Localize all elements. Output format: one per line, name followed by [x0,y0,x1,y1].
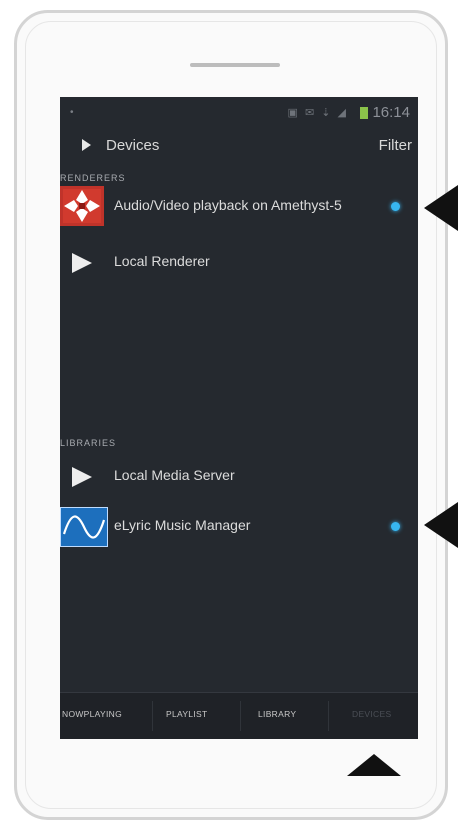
phone-screen: • ▣ ✉ ⇣ ◢ 16:14 Devices Filter RENDERERS… [60,97,418,739]
phone-speaker [190,63,280,67]
page-title: Devices [106,137,160,154]
library-item-elyric[interactable]: eLyric Music Manager [60,505,418,549]
tab-divider [240,701,241,731]
active-indicator-icon [391,522,400,531]
elyric-logo-icon [60,507,108,547]
library-item-label: Local Media Server [114,467,235,483]
amethyst-logo-icon [60,186,104,226]
tab-playlist[interactable]: PLAYLIST [166,709,207,719]
callout-arrow-left-icon [424,502,458,548]
bottom-tab-bar: NOWPLAYING PLAYLIST LIBRARY DEVICES [60,692,418,739]
status-icons: ▣ ✉ ⇣ ◢ [287,107,348,119]
tab-library[interactable]: LIBRARY [258,709,296,719]
library-item-local-media-server[interactable]: Local Media Server [60,455,418,499]
callout-arrow-left-icon [424,185,458,231]
renderer-item-label: Audio/Video playback on Amethyst-5 [114,197,342,213]
tab-divider [152,701,153,731]
tab-nowplaying[interactable]: NOWPLAYING [62,709,122,719]
tab-devices[interactable]: DEVICES [352,709,391,719]
renderer-item-local[interactable]: Local Renderer [60,241,418,285]
play-icon [72,253,92,273]
action-bar: Devices Filter [60,135,418,163]
library-item-label: eLyric Music Manager [114,517,251,533]
battery-icon [360,107,368,119]
renderers-section-label: RENDERERS [60,173,126,183]
filter-button[interactable]: Filter [379,137,412,154]
status-bar: • ▣ ✉ ⇣ ◢ 16:14 [60,97,418,129]
app-play-icon[interactable] [82,139,91,151]
libraries-section-label: LIBRARIES [60,438,117,448]
play-icon [72,467,92,487]
callout-arrow-up-icon [347,754,401,776]
renderer-item-label: Local Renderer [114,253,210,269]
tab-divider [328,701,329,731]
active-indicator-icon [391,202,400,211]
renderer-item-amethyst[interactable]: Audio/Video playback on Amethyst-5 [60,185,418,229]
notification-dot: • [70,107,74,118]
status-clock: 16:14 [372,104,410,121]
